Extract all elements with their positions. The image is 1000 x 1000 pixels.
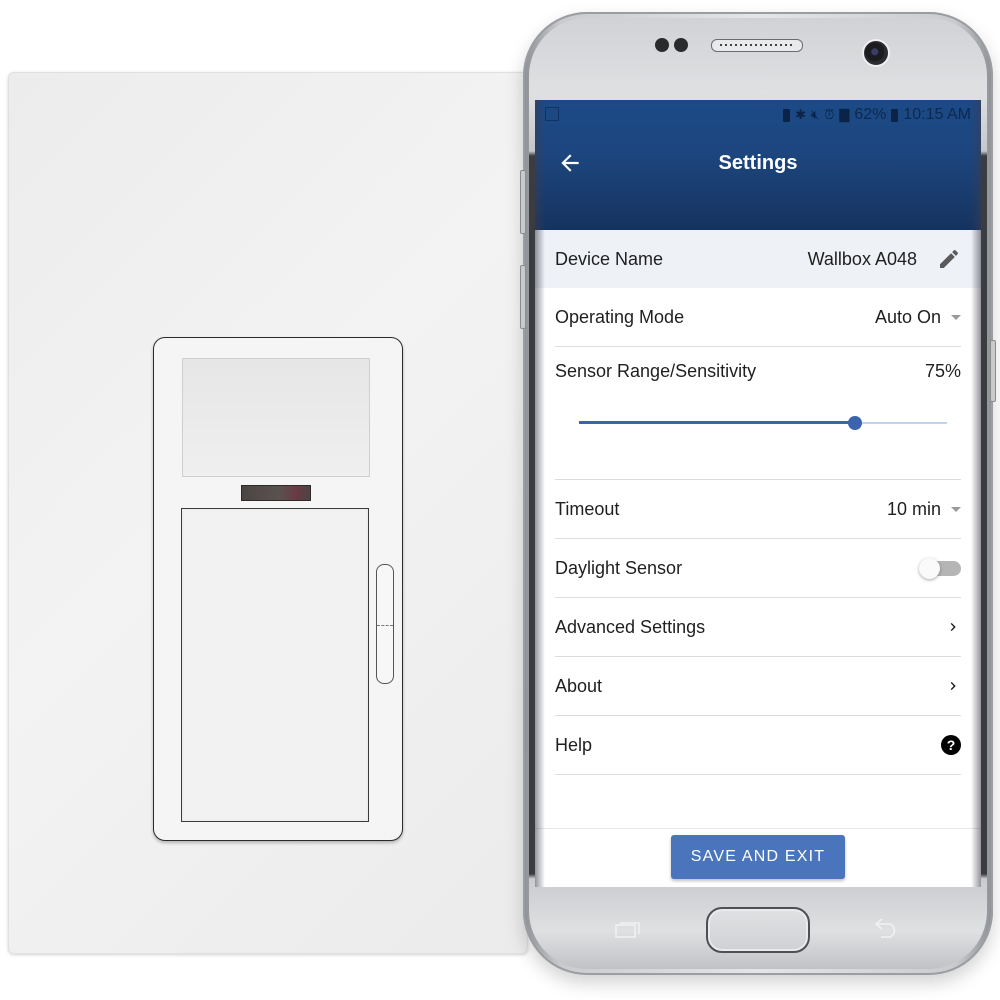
daylight-sensor-row: Daylight Sensor bbox=[555, 539, 961, 598]
slider-fill bbox=[579, 421, 855, 424]
switch-paddle bbox=[181, 508, 369, 822]
operating-mode-row[interactable]: Operating Mode Auto On bbox=[555, 288, 961, 347]
pencil-icon[interactable] bbox=[937, 247, 961, 271]
switch-side-slider bbox=[376, 564, 394, 684]
timeout-row[interactable]: Timeout 10 min bbox=[555, 480, 961, 539]
operating-mode-label: Operating Mode bbox=[555, 306, 685, 327]
back-key-icon[interactable] bbox=[873, 916, 901, 938]
timeout-dropdown[interactable]: 10 min bbox=[887, 499, 961, 520]
help-label: Help bbox=[555, 734, 593, 755]
home-button[interactable] bbox=[706, 907, 810, 953]
alarm-icon: ⏰︎ bbox=[824, 107, 835, 122]
smartphone: ✱ 🔇︎ ⏰︎ ▇ 62% 10:15 AM Settings Device N… bbox=[520, 12, 996, 975]
device-name-row[interactable]: Device Name Wallbox A048 bbox=[535, 230, 981, 288]
chevron-right-icon bbox=[950, 623, 956, 631]
proximity-sensors bbox=[655, 38, 693, 57]
sensor-range-label: Sensor Range/Sensitivity bbox=[555, 361, 757, 381]
sensor-range-row: Sensor Range/Sensitivity 75% bbox=[555, 347, 961, 480]
notification-icon bbox=[545, 107, 559, 121]
advanced-settings-row[interactable]: Advanced Settings bbox=[555, 598, 961, 657]
daylight-sensor-label: Daylight Sensor bbox=[555, 557, 683, 578]
volume-down-button bbox=[520, 265, 526, 329]
power-button bbox=[990, 340, 996, 402]
phone-screen: ✱ 🔇︎ ⏰︎ ▇ 62% 10:15 AM Settings Device N… bbox=[535, 100, 981, 887]
app-header: ✱ 🔇︎ ⏰︎ ▇ 62% 10:15 AM Settings bbox=[535, 100, 981, 230]
advanced-settings-label: Advanced Settings bbox=[555, 616, 706, 637]
about-label: About bbox=[555, 675, 603, 696]
settings-list: Device Name Wallbox A048 Operating Mode … bbox=[535, 230, 981, 775]
bluetooth-icon: ✱ bbox=[795, 107, 807, 122]
timeout-label: Timeout bbox=[555, 498, 620, 519]
wall-plate bbox=[8, 72, 528, 954]
mute-icon: 🔇︎ bbox=[811, 107, 820, 122]
page-title: Settings bbox=[718, 152, 798, 174]
volume-up-button bbox=[520, 170, 526, 234]
slider-thumb[interactable] bbox=[848, 416, 862, 430]
motion-sensor-lens bbox=[182, 358, 370, 477]
daylight-sensor-toggle[interactable] bbox=[919, 558, 961, 579]
earpiece-speaker bbox=[711, 39, 803, 52]
recent-apps-icon[interactable] bbox=[615, 920, 641, 938]
signal-icon: ▇ bbox=[839, 107, 850, 122]
about-row[interactable]: About bbox=[555, 657, 961, 716]
battery-icon bbox=[891, 108, 899, 122]
help-row[interactable]: Help ? bbox=[555, 716, 961, 775]
battery-percent: 62% bbox=[854, 106, 887, 123]
sensor-range-value: 75% bbox=[924, 361, 961, 381]
clock: 10:15 AM bbox=[903, 106, 971, 123]
help-circle-icon[interactable]: ? bbox=[941, 735, 961, 755]
timeout-value: 10 min bbox=[886, 498, 941, 519]
footer: SAVE AND EXIT bbox=[535, 828, 981, 887]
battery-saver-icon bbox=[783, 108, 791, 122]
device-name-value: Wallbox A048 bbox=[807, 248, 917, 269]
indicator-led bbox=[241, 485, 311, 501]
occupancy-sensor-switch bbox=[153, 337, 403, 841]
save-and-exit-button[interactable]: SAVE AND EXIT bbox=[671, 835, 845, 879]
sensor-range-slider[interactable] bbox=[579, 416, 947, 430]
device-name-label: Device Name bbox=[555, 248, 664, 269]
operating-mode-dropdown[interactable]: Auto On bbox=[875, 307, 961, 328]
status-bar: ✱ 🔇︎ ⏰︎ ▇ 62% 10:15 AM bbox=[535, 100, 981, 130]
toggle-knob bbox=[919, 558, 940, 579]
dropdown-caret-icon bbox=[951, 314, 961, 320]
front-camera bbox=[862, 39, 890, 67]
chevron-right-icon bbox=[950, 682, 956, 690]
dropdown-caret-icon bbox=[951, 506, 961, 512]
operating-mode-value: Auto On bbox=[874, 306, 941, 327]
